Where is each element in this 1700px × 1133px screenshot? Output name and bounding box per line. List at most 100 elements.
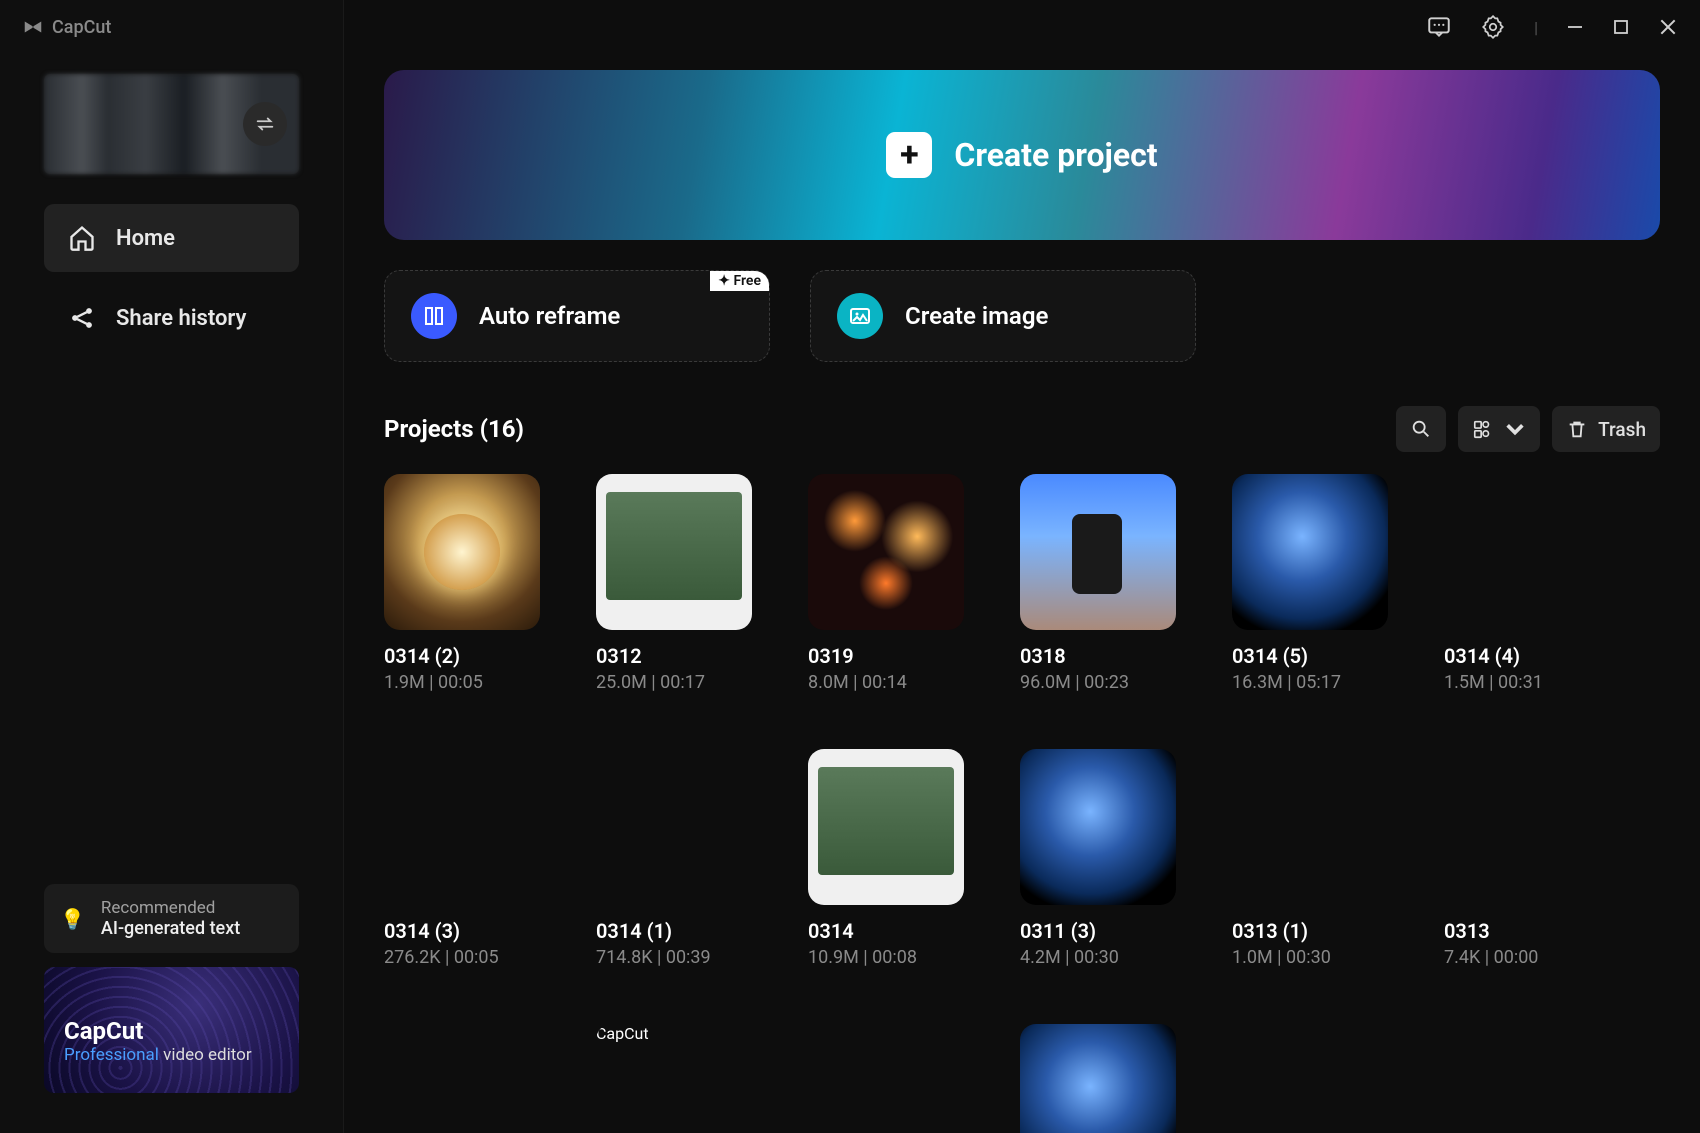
gear-icon[interactable] (1480, 14, 1506, 40)
project-thumbnail (1232, 474, 1388, 630)
close-icon[interactable] (1658, 17, 1678, 37)
swap-account-button[interactable] (243, 102, 287, 146)
project-title: 0314 (5) (1232, 644, 1388, 668)
project-meta: 10.9M | 00:08 (808, 947, 964, 968)
share-icon (68, 304, 96, 332)
project-thumbnail (384, 1024, 540, 1133)
project-meta: 96.0M | 00:23 (1020, 672, 1176, 693)
project-title: 0314 (4) (1444, 644, 1600, 668)
grid-icon (1472, 418, 1494, 440)
project-card[interactable]: 0314 (2)1.9M | 00:05 (384, 474, 540, 693)
project-title: 0314 (808, 919, 964, 943)
project-title: 0311 (3) (1020, 919, 1176, 943)
feedback-icon[interactable] (1426, 14, 1452, 40)
project-card[interactable]: 0314 (1) 714.8K | 00:39 (596, 749, 752, 968)
main-content: + Create project ✦ Free Auto reframe Cre… (344, 0, 1700, 1133)
project-meta: 714.8K | 00:39 (596, 947, 752, 968)
project-meta: 8.0M | 00:14 (808, 672, 964, 693)
sidebar-nav: Home Share history (0, 204, 343, 364)
project-card[interactable]: 0313 7.4K | 00:00 (1444, 749, 1600, 968)
project-title: 0314 (1) (596, 919, 752, 943)
window-controls: | (1426, 14, 1678, 40)
divider: | (1534, 18, 1538, 37)
sidebar-item-label: Share history (116, 306, 246, 331)
promo-title: CapCut (64, 1017, 279, 1045)
sidebar-item-label: Home (116, 226, 175, 251)
capcut-logo-icon (22, 16, 44, 38)
app-name: CapCut (52, 17, 111, 38)
project-title: 0313 (1) (1232, 919, 1388, 943)
project-thumbnail (1444, 749, 1600, 905)
view-mode-button[interactable] (1458, 406, 1540, 452)
project-card[interactable]: CapCut (596, 1024, 752, 1133)
project-title: 0314 (3) (384, 919, 540, 943)
project-title: 0313 (1444, 919, 1600, 943)
projects-header: Projects (16) Trash (384, 406, 1660, 452)
recommended-heading: Recommended (101, 898, 240, 918)
project-meta: 1.0M | 00:30 (1232, 947, 1388, 968)
project-thumbnail (808, 749, 964, 905)
project-card[interactable]: 0318 96.0M | 00:23 (1020, 474, 1176, 693)
titlebar: CapCut | (0, 0, 1700, 54)
app-logo: CapCut (22, 16, 111, 38)
sidebar-item-home[interactable]: Home (44, 204, 299, 272)
trash-label: Trash (1598, 418, 1646, 441)
action-card-label: Auto reframe (479, 302, 620, 330)
project-card[interactable] (1020, 1024, 1176, 1133)
project-card[interactable]: 0314 (4) 1.5M | 00:31 (1444, 474, 1600, 693)
project-title: 0318 (1020, 644, 1176, 668)
recommended-card[interactable]: 💡 Recommended AI-generated text (44, 884, 299, 953)
promo-subtitle: Professional video editor (64, 1045, 279, 1065)
promo-card[interactable]: CapCut Professional video editor (44, 967, 299, 1093)
swap-icon (254, 113, 276, 135)
project-thumbnail (384, 749, 540, 905)
project-thumbnail (1232, 749, 1388, 905)
project-thumbnail (1444, 474, 1600, 630)
project-thumbnail (596, 749, 752, 905)
create-project-button[interactable]: + Create project (384, 70, 1660, 240)
project-thumbnail (808, 474, 964, 630)
project-meta: 25.0M | 00:17 (596, 672, 752, 693)
home-icon (68, 224, 96, 252)
project-card[interactable]: 0314 (3) 276.2K | 00:05 (384, 749, 540, 968)
profile-area[interactable] (44, 74, 299, 174)
project-card[interactable] (384, 1024, 540, 1133)
project-meta: 4.2M | 00:30 (1020, 947, 1176, 968)
project-card[interactable] (808, 1024, 964, 1133)
project-meta: 276.2K | 00:05 (384, 947, 540, 968)
trash-button[interactable]: Trash (1552, 406, 1660, 452)
project-thumbnail (1020, 1024, 1176, 1133)
search-button[interactable] (1396, 406, 1446, 452)
project-card[interactable]: 0314 10.9M | 00:08 (808, 749, 964, 968)
image-icon (837, 293, 883, 339)
project-card[interactable]: 0313 (1) 1.0M | 00:30 (1232, 749, 1388, 968)
sidebar: Home Share history 💡 Recommended AI-gene… (0, 0, 344, 1133)
maximize-icon[interactable] (1612, 18, 1630, 36)
project-card[interactable]: 0312 25.0M | 00:17 (596, 474, 752, 693)
project-thumbnail: CapCut (596, 1024, 752, 1133)
search-icon (1410, 418, 1432, 440)
project-card[interactable]: 0319 8.0M | 00:14 (808, 474, 964, 693)
project-title: 0319 (808, 644, 964, 668)
create-project-label: Create project (954, 136, 1157, 174)
minimize-icon[interactable] (1566, 18, 1584, 36)
project-meta: 1.5M | 00:31 (1444, 672, 1600, 693)
projects-heading: Projects (16) (384, 415, 524, 443)
auto-reframe-card[interactable]: ✦ Free Auto reframe (384, 270, 770, 362)
projects-grid: 0314 (2)1.9M | 00:05031225.0M | 00:17031… (384, 474, 1660, 1133)
lightbulb-icon: 💡 (60, 907, 85, 931)
chevron-down-icon (1504, 418, 1526, 440)
plus-icon: + (886, 132, 932, 178)
project-card[interactable]: 0311 (3) 4.2M | 00:30 (1020, 749, 1176, 968)
project-thumbnail (384, 474, 540, 630)
project-meta: 1.9M | 00:05 (384, 672, 540, 693)
project-card[interactable]: 0314 (5)16.3M | 05:17 (1232, 474, 1388, 693)
project-thumbnail (1020, 749, 1176, 905)
trash-icon (1566, 418, 1588, 440)
sidebar-item-share-history[interactable]: Share history (44, 284, 299, 352)
create-image-card[interactable]: Create image (810, 270, 1196, 362)
project-title: 0312 (596, 644, 752, 668)
recommended-sub: AI-generated text (101, 918, 240, 939)
project-thumbnail (1020, 474, 1176, 630)
project-meta: 7.4K | 00:00 (1444, 947, 1600, 968)
